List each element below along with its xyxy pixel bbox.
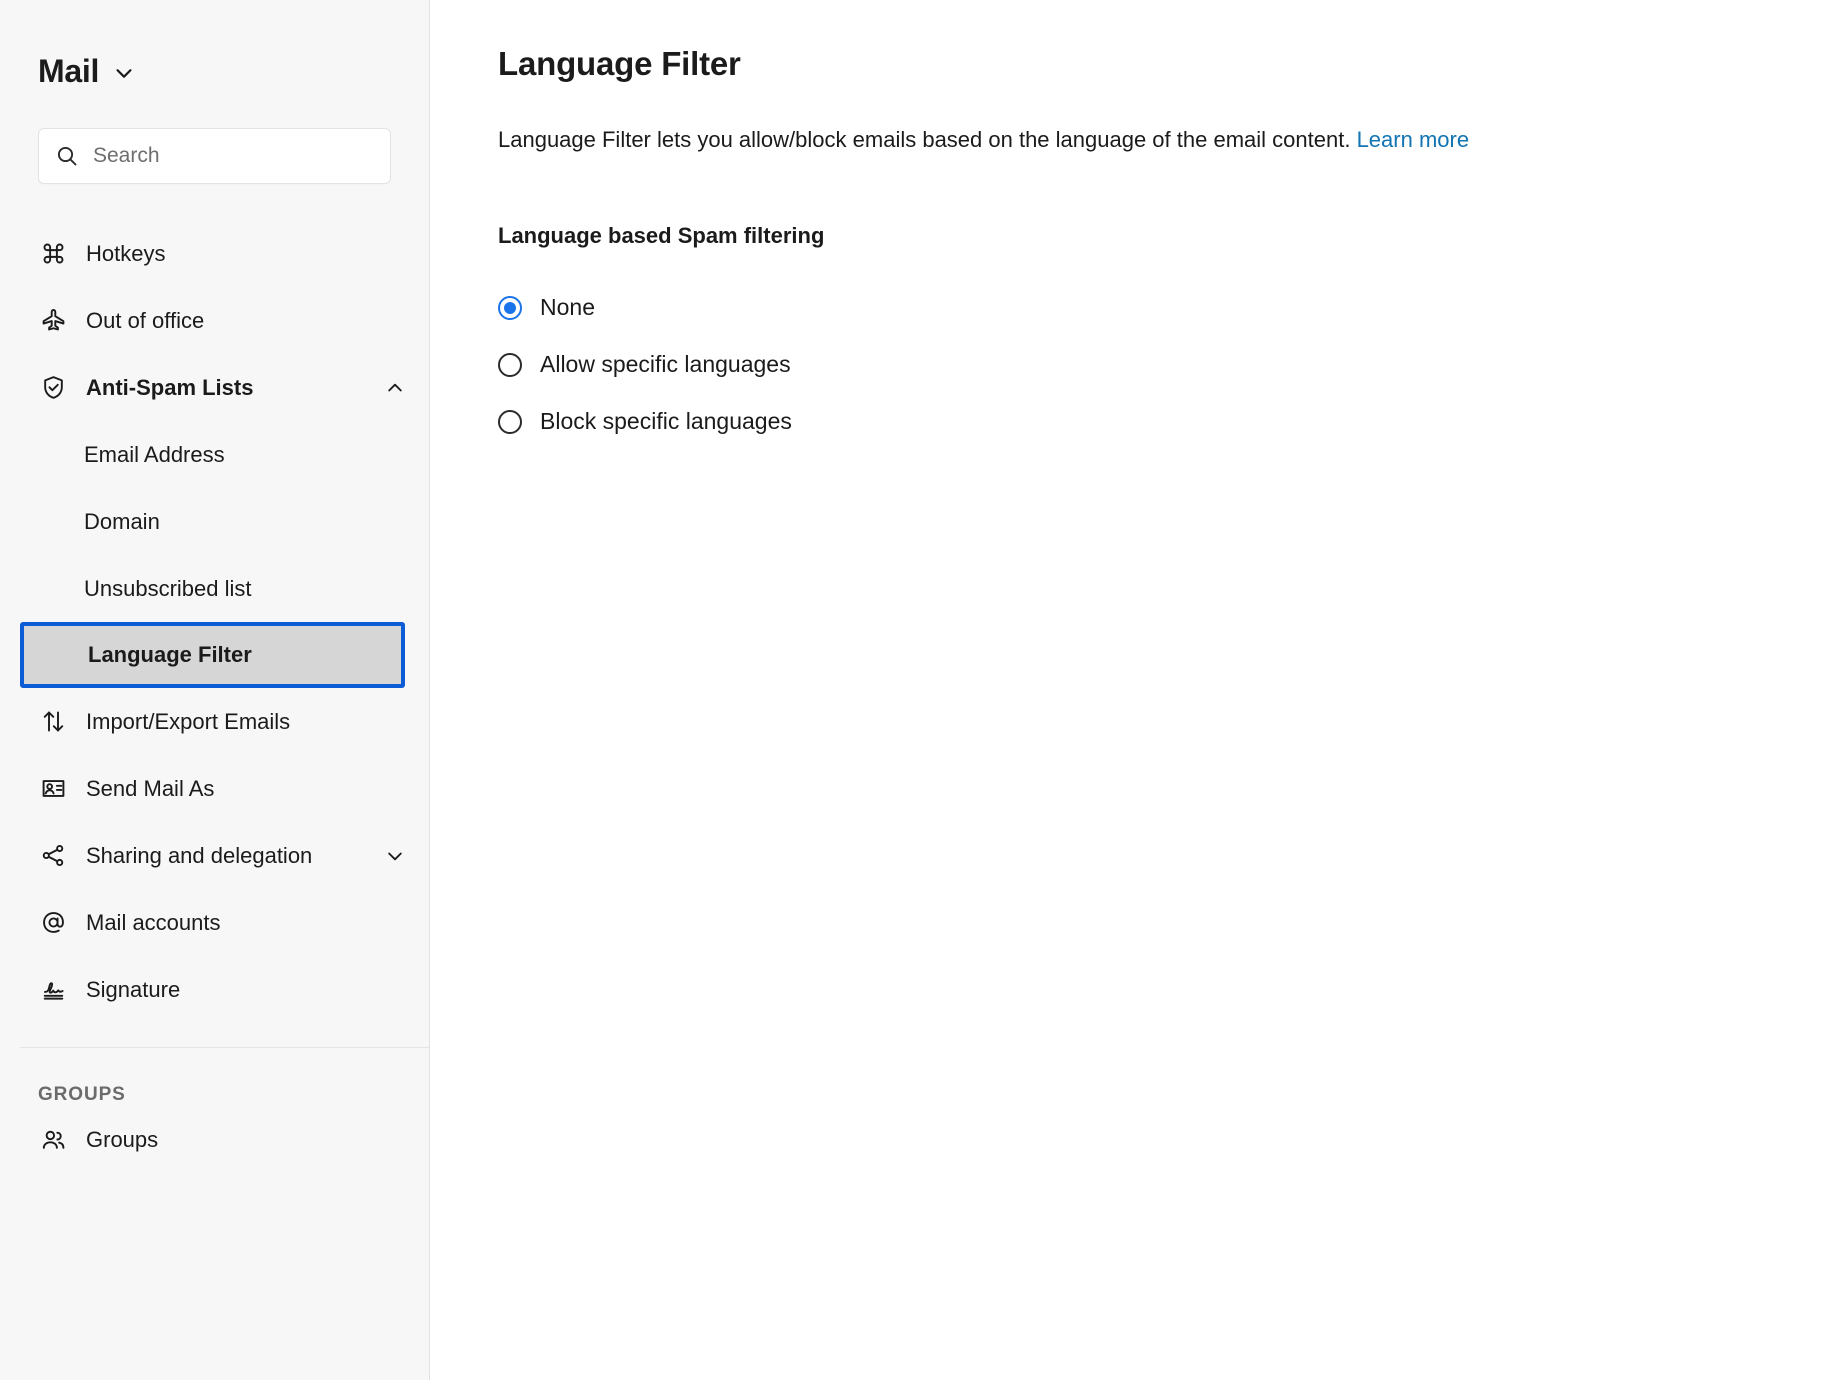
radio-option-label: Block specific languages — [540, 410, 792, 433]
section-title-language-based-spam-filtering: Language based Spam filtering — [498, 225, 1766, 247]
chevron-down-icon[interactable] — [113, 62, 135, 84]
sidebar-subitem-label: Email Address — [84, 444, 225, 466]
app-root: Mail — [0, 0, 1822, 1380]
sidebar-item-label: Anti-Spam Lists — [86, 377, 253, 399]
sidebar-item-label: Out of office — [86, 310, 204, 332]
page-title: Language Filter — [498, 44, 1766, 84]
airplane-icon — [38, 306, 68, 336]
sidebar-subitem-email-address[interactable]: Email Address — [0, 421, 429, 488]
chevron-up-icon[interactable] — [385, 378, 405, 398]
sidebar-item-signature[interactable]: Signature — [0, 956, 429, 1023]
search-icon — [55, 144, 79, 168]
sidebar-subitem-language-filter[interactable]: Language Filter — [20, 622, 405, 688]
radio-option-label: None — [540, 296, 595, 319]
page-description-text: Language Filter lets you allow/block ema… — [498, 127, 1350, 152]
sidebar-item-label: Signature — [86, 979, 180, 1001]
sidebar-item-anti-spam-lists[interactable]: Anti-Spam Lists — [0, 354, 429, 421]
command-icon — [38, 239, 68, 269]
sidebar-item-sharing-and-delegation[interactable]: Sharing and delegation — [0, 822, 429, 889]
radio-indicator[interactable] — [498, 410, 522, 434]
people-icon — [38, 1125, 68, 1155]
spam-filtering-radio-group: None Allow specific languages Block spec… — [498, 279, 1766, 450]
radio-indicator[interactable] — [498, 353, 522, 377]
radio-option-block-specific-languages[interactable]: Block specific languages — [498, 393, 792, 450]
sidebar-item-label: Mail accounts — [86, 912, 221, 934]
sidebar-item-hotkeys[interactable]: Hotkeys — [0, 220, 429, 287]
main-content: Language Filter Language Filter lets you… — [430, 0, 1822, 1380]
sidebar-nav: Hotkeys Out of office Anti-Spam Lis — [0, 220, 429, 1173]
share-nodes-icon — [38, 841, 68, 871]
learn-more-link[interactable]: Learn more — [1357, 127, 1470, 152]
arrows-up-down-icon — [38, 707, 68, 737]
sidebar-subitem-label: Domain — [84, 511, 160, 533]
contact-card-icon — [38, 774, 68, 804]
sidebar-subitem-unsubscribed-list[interactable]: Unsubscribed list — [0, 555, 429, 622]
sidebar-item-label: Send Mail As — [86, 778, 214, 800]
sidebar-item-label: Sharing and delegation — [86, 845, 312, 867]
sidebar-item-send-mail-as[interactable]: Send Mail As — [0, 755, 429, 822]
radio-option-label: Allow specific languages — [540, 353, 791, 376]
radio-option-none[interactable]: None — [498, 279, 595, 336]
sidebar: Mail — [0, 0, 430, 1380]
sidebar-item-label: Hotkeys — [86, 243, 165, 265]
sidebar-brand[interactable]: Mail — [0, 0, 429, 96]
sidebar-section-header-groups: GROUPS — [0, 1048, 429, 1106]
sidebar-subitem-label: Language Filter — [88, 644, 252, 666]
shield-check-icon — [38, 373, 68, 403]
signature-icon — [38, 975, 68, 1005]
radio-indicator[interactable] — [498, 296, 522, 320]
search-box[interactable] — [38, 128, 391, 184]
sidebar-subitem-label: Unsubscribed list — [84, 578, 252, 600]
chevron-down-icon[interactable] — [385, 846, 405, 866]
sidebar-item-label: Groups — [86, 1129, 158, 1151]
at-sign-icon — [38, 908, 68, 938]
search-input[interactable] — [93, 144, 374, 168]
sidebar-item-label: Import/Export Emails — [86, 711, 290, 733]
sidebar-subitem-domain[interactable]: Domain — [0, 488, 429, 555]
page-description: Language Filter lets you allow/block ema… — [498, 124, 1598, 156]
sidebar-item-mail-accounts[interactable]: Mail accounts — [0, 889, 429, 956]
sidebar-item-groups[interactable]: Groups — [0, 1106, 429, 1173]
sidebar-item-import-export-emails[interactable]: Import/Export Emails — [0, 688, 429, 755]
radio-option-allow-specific-languages[interactable]: Allow specific languages — [498, 336, 791, 393]
sidebar-item-out-of-office[interactable]: Out of office — [0, 287, 429, 354]
brand-title: Mail — [38, 55, 99, 87]
